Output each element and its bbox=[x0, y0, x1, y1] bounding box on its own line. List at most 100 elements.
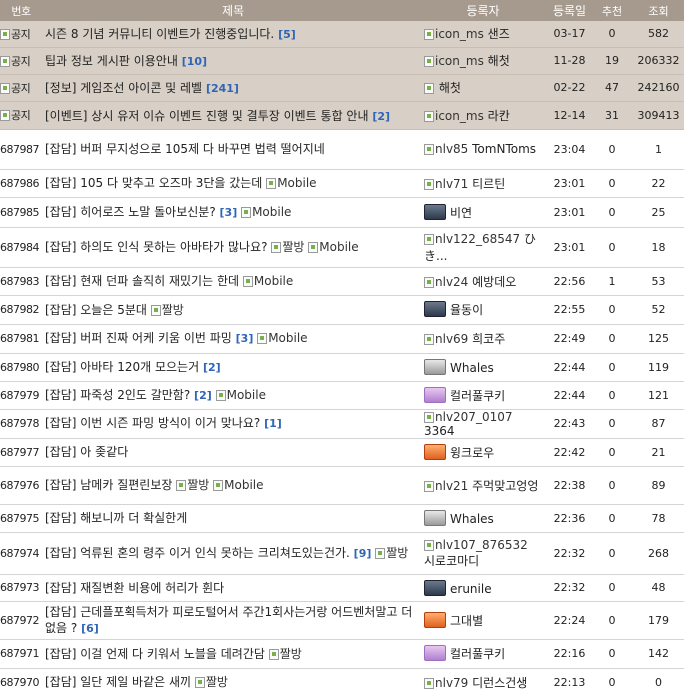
post-title-link[interactable]: [잡담] 남메카 질편린보장 bbox=[45, 478, 172, 492]
post-title-link[interactable]: [잡담] 해보니까 더 확실한게 bbox=[45, 511, 187, 525]
author-cell: 그대별 bbox=[421, 601, 542, 640]
comment-count[interactable]: [2] bbox=[203, 361, 221, 374]
post-title-cell: [잡담] 버퍼 무지성으로 105제 다 바꾸면 법력 떨어지네 bbox=[42, 129, 421, 170]
author-name[interactable]: 해첫 bbox=[439, 81, 461, 95]
post-no-cell: 687984 bbox=[0, 227, 42, 268]
table-row[interactable]: 687985 [잡담] 히어로즈 노말 돌아보신분? [3] Mobile 비연 23… bbox=[0, 197, 684, 228]
comment-count[interactable]: [3] bbox=[236, 332, 254, 345]
post-title-cell: [잡담] 105 다 맞추고 오즈마 3단을 갔는데 Mobile bbox=[42, 169, 421, 198]
table-row[interactable]: 687973 [잡담] 재질변환 비용에 허리가 휜다 erunile 22:32 0 4… bbox=[0, 574, 684, 602]
author-name[interactable]: 희코주 bbox=[472, 332, 505, 346]
notice-row[interactable]: 공지 [이벤트] 상시 유저 이슈 이벤트 진행 및 결투장 이벤트 통합 안내 … bbox=[0, 101, 684, 130]
author-cell: nlv24 예방데오 bbox=[421, 267, 542, 296]
author-name[interactable]: TomNToms bbox=[472, 142, 536, 156]
table-row[interactable]: 687979 [잡담] 파죽성 2인도 갈만함? [2] Mobile 컬러풀쿠키 2… bbox=[0, 381, 684, 410]
table-row[interactable]: 687972 [잡담] 근데플포획득처가 피로도털어서 주간1회사는거랑 어드벤처… bbox=[0, 601, 684, 640]
table-row[interactable]: 687976 [잡담] 남메카 질편린보장 짤방 Mobile nlv21 주먹맞고… bbox=[0, 466, 684, 505]
post-title-wrap: [잡담] 105 다 맞추고 오즈마 3단을 갔는데 Mobile bbox=[45, 175, 421, 191]
table-row[interactable]: 687980 [잡담] 아바타 120개 모으는거 [2] Whales 22:44 0… bbox=[0, 353, 684, 382]
author-name[interactable]: 예방데오 bbox=[472, 275, 516, 289]
notice-row[interactable]: 공지 시즌 8 기념 커뮤니티 이벤트가 진행중입니다. [5] icon_ms 샌… bbox=[0, 21, 684, 48]
table-row[interactable]: 687978 [잡담] 이번 시즌 파밍 방식이 이거 맞나요? [1] nlv20… bbox=[0, 409, 684, 439]
author-name[interactable]: 3364 bbox=[424, 424, 455, 438]
author-name[interactable]: 율동이 bbox=[450, 303, 483, 317]
header-date: 등록일 bbox=[542, 0, 597, 21]
comment-count[interactable]: [2] bbox=[194, 389, 212, 402]
author-name[interactable]: Whales bbox=[450, 361, 494, 375]
author-name[interactable]: 컬러풀쿠키 bbox=[450, 389, 505, 403]
level-icon bbox=[424, 276, 434, 288]
header-author: 등록자 bbox=[421, 0, 542, 21]
date-cell: 23:04 bbox=[542, 129, 597, 170]
author-name[interactable]: 라칸 bbox=[488, 109, 510, 123]
table-row[interactable]: 687974 [잡담] 억류된 혼의 령주 이거 인식 못하는 크리쳐도있는건가.… bbox=[0, 532, 684, 575]
post-title-link[interactable]: [잡담] 아 좆같다 bbox=[45, 445, 128, 459]
post-title-link[interactable]: [잡담] 일단 제일 바같은 새끼 bbox=[45, 675, 191, 689]
post-title-link[interactable]: [잡담] 이번 시즌 파밍 방식이 이거 맞나요? bbox=[45, 416, 260, 430]
post-title-link[interactable]: [잡담] 현재 던파 솔직히 재밌기는 한데 bbox=[45, 274, 239, 288]
post-title-link[interactable]: [잡담] 버퍼 진짜 어케 키움 이번 파밍 bbox=[45, 331, 232, 345]
level-icon-alt-text: nlv24 bbox=[435, 274, 469, 289]
table-row[interactable]: 687987 [잡담] 버퍼 무지성으로 105제 다 바꾸면 법력 떨어지네 nl… bbox=[0, 129, 684, 170]
author-name[interactable]: 시로코마디 bbox=[424, 554, 479, 568]
post-no-cell: 687974 bbox=[0, 532, 42, 575]
comment-count[interactable]: [241] bbox=[206, 82, 239, 95]
notice-row[interactable]: 공지 팁과 정보 게시판 이용안내 [10] icon_ms 해첫 11-28 19 20… bbox=[0, 47, 684, 75]
post-title-cell: [잡담] 현재 던파 솔직히 재밌기는 한데 Mobile bbox=[42, 267, 421, 296]
author-name[interactable]: 비연 bbox=[450, 206, 472, 220]
table-row[interactable]: 687986 [잡담] 105 다 맞추고 오즈마 3단을 갔는데 Mobile n… bbox=[0, 169, 684, 198]
notice-row[interactable]: 공지 [정보] 게임조선 아이콘 및 레벨 [241] 해첫 02-22 47 2421… bbox=[0, 74, 684, 102]
author-name[interactable]: 컬러풀쿠키 bbox=[450, 647, 505, 661]
post-title-link[interactable]: [잡담] 이걸 언제 다 키워서 노블을 데려간담 bbox=[45, 647, 265, 661]
author-name[interactable]: 그대별 bbox=[450, 614, 483, 628]
date-cell: 22:13 bbox=[542, 668, 597, 690]
notice-title-link[interactable]: [이벤트] 상시 유저 이슈 이벤트 진행 및 결투장 이벤트 통합 안내 bbox=[45, 109, 369, 123]
table-row[interactable]: 687981 [잡담] 버퍼 진짜 어케 키움 이번 파밍 [3] Mobile n… bbox=[0, 324, 684, 354]
post-no-cell: 687986 bbox=[0, 169, 42, 198]
table-row[interactable]: 687982 [잡담] 오늘은 5분대 짤방 율동이 22:55 0 52 bbox=[0, 295, 684, 325]
table-row[interactable]: 687975 [잡담] 해보니까 더 확실한게 Whales 22:36 0 78 bbox=[0, 504, 684, 533]
author-name[interactable]: 해첫 bbox=[488, 54, 510, 68]
table-row[interactable]: 687984 [잡담] 하의도 인식 못하는 아바타가 많나요? 짤방 Mobil… bbox=[0, 227, 684, 268]
comment-count[interactable]: [9] bbox=[354, 547, 372, 560]
comment-count[interactable]: [3] bbox=[220, 206, 238, 219]
mobile-icon-alt-text: Mobile bbox=[253, 274, 294, 288]
table-row[interactable]: 687971 [잡담] 이걸 언제 다 키워서 노블을 데려간담 짤방 컬러풀쿠키 2… bbox=[0, 639, 684, 669]
notice-title-link[interactable]: 시즌 8 기념 커뮤니티 이벤트가 진행중입니다. bbox=[45, 27, 274, 41]
post-title-link[interactable]: [잡담] 버퍼 무지성으로 105제 다 바꾸면 법력 떨어지네 bbox=[45, 142, 325, 156]
post-title-link[interactable]: [잡담] 아바타 120개 모으는거 bbox=[45, 360, 199, 374]
notice-title-link[interactable]: [정보] 게임조선 아이콘 및 레벨 bbox=[45, 81, 202, 95]
author-name[interactable]: 티르틴 bbox=[472, 177, 505, 191]
post-title-link[interactable]: [잡담] 근데플포획득처가 피로도털어서 주간1회사는거랑 어드벤처말고 더없음… bbox=[45, 605, 412, 635]
comment-count[interactable]: [1] bbox=[264, 417, 282, 430]
table-row[interactable]: 687970 [잡담] 일단 제일 바같은 새끼 짤방 nlv79 디런스건생 22:… bbox=[0, 668, 684, 690]
notice-title-cell: 팁과 정보 게시판 이용안내 [10] bbox=[42, 47, 421, 75]
comment-count[interactable]: [10] bbox=[182, 55, 207, 68]
post-title-link[interactable]: [잡담] 재질변환 비용에 허리가 휜다 bbox=[45, 581, 224, 595]
post-title-link[interactable]: [잡담] 오늘은 5분대 bbox=[45, 303, 147, 317]
post-no-cell: 687970 bbox=[0, 668, 42, 690]
post-title-link[interactable]: [잡담] 히어로즈 노말 돌아보신분? bbox=[45, 205, 216, 219]
post-title-link[interactable]: [잡담] 하의도 인식 못하는 아바타가 많나요? bbox=[45, 240, 268, 254]
comment-count[interactable]: [5] bbox=[278, 28, 296, 41]
notice-title-link[interactable]: 팁과 정보 게시판 이용안내 bbox=[45, 54, 178, 68]
image-attached-icon-alt-text: 짤방 bbox=[161, 302, 184, 317]
table-row[interactable]: 687977 [잡담] 아 좆같다 윙크로우 22:42 0 21 bbox=[0, 438, 684, 467]
comment-count[interactable]: [6] bbox=[81, 622, 99, 635]
post-title-link[interactable]: [잡담] 파죽성 2인도 갈만함? bbox=[45, 388, 190, 402]
post-no-cell: 687987 bbox=[0, 129, 42, 170]
post-no-cell: 687976 bbox=[0, 466, 42, 505]
recommend-cell: 0 bbox=[597, 129, 627, 170]
author-name[interactable]: 디런스건생 bbox=[472, 676, 527, 690]
post-title-wrap: [잡담] 억류된 혼의 령주 이거 인식 못하는 크리쳐도있는건가. [9] 짤… bbox=[45, 545, 421, 562]
notice-label: 공지 bbox=[11, 54, 31, 68]
comment-count[interactable]: [2] bbox=[372, 110, 390, 123]
author-name[interactable]: Whales bbox=[450, 512, 494, 526]
author-name[interactable]: erunile bbox=[450, 582, 492, 596]
table-row[interactable]: 687983 [잡담] 현재 던파 솔직히 재밌기는 한데 Mobile nlv24… bbox=[0, 267, 684, 296]
post-title-link[interactable]: [잡담] 105 다 맞추고 오즈마 3단을 갔는데 bbox=[45, 176, 262, 190]
author-name[interactable]: 윙크로우 bbox=[450, 446, 494, 460]
author-name[interactable]: 샌즈 bbox=[488, 27, 510, 41]
post-title-link[interactable]: [잡담] 억류된 혼의 령주 이거 인식 못하는 크리쳐도있는건가. bbox=[45, 546, 350, 560]
author-name[interactable]: 주먹맞고엉엉 bbox=[472, 479, 538, 493]
